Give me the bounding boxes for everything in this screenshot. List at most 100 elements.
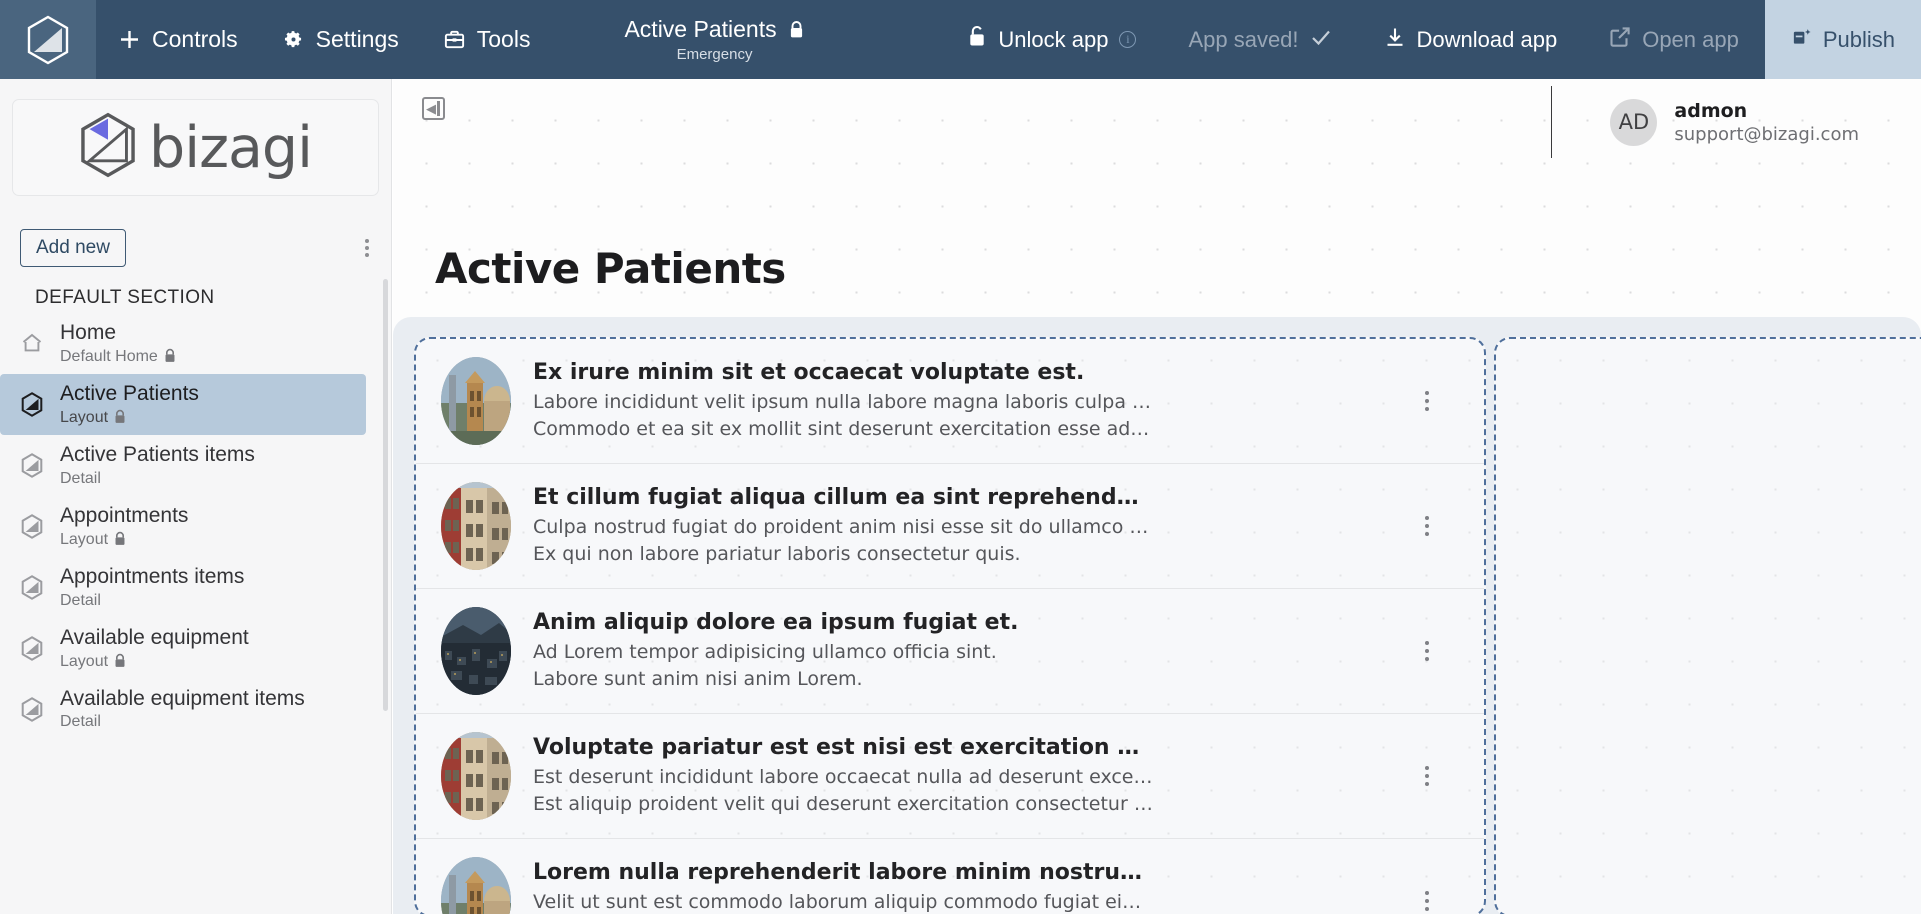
sidebar-actions-row: Add new: [20, 229, 375, 267]
sidebar-item-subtitle: Detail: [60, 713, 101, 731]
download-app-button[interactable]: Download app: [1358, 0, 1584, 79]
app-subtitle: Emergency: [676, 46, 753, 63]
page-icon: [20, 392, 44, 417]
lock-closed-icon: [788, 20, 805, 40]
sidebar-nav-list: Home Default Home Active Patients Layout Act…: [0, 313, 391, 740]
list-item-line-1: Velit ut sunt est commodo laborum aliqui…: [533, 890, 1153, 913]
add-new-button[interactable]: Add new: [20, 229, 126, 267]
list-item-title: Voluptate pariatur est est nisi est exer…: [533, 734, 1153, 760]
download-app-label: Download app: [1416, 26, 1558, 52]
home-icon: [20, 331, 44, 355]
open-app-button[interactable]: Open app: [1583, 0, 1765, 79]
left-sidebar: bizagi Add new DEFAULT SECTION Home Defau…: [0, 79, 392, 914]
nav-settings-label: Settings: [315, 26, 399, 52]
toolbox-icon: [443, 28, 466, 51]
top-toolbar: Controls Settings Tools Active Patients …: [0, 0, 1921, 79]
city-cathedral-photo: [441, 357, 511, 445]
app-actions: Unlock app i App saved! Download app Ope…: [941, 0, 1921, 79]
city-cathedral-photo: [441, 857, 511, 914]
sidebar-item-appointments[interactable]: Appointments Layout: [0, 496, 366, 557]
lock-open-icon: [967, 25, 987, 54]
list-item-title: Anim aliquip dolore ea ipsum fugiat et.: [533, 609, 1019, 635]
list-item[interactable]: Ex irure minim sit et occaecat voluptate…: [416, 339, 1484, 464]
list-item-line-2: Labore sunt anim nisi anim Lorem.: [533, 667, 863, 690]
list-item[interactable]: Et cillum fugiat aliqua cillum ea sint r…: [416, 464, 1484, 589]
list-item-title: Et cillum fugiat aliqua cillum ea sint r…: [533, 484, 1153, 510]
sidebar-item-active-patients[interactable]: Active Patients Layout: [0, 373, 366, 435]
list-item-line-1: Labore incididunt velit ipsum nulla labo…: [533, 390, 1153, 413]
brand-wordmark: bizagi: [149, 114, 313, 181]
page-icon: [20, 513, 44, 539]
list-item[interactable]: Lorem nulla reprehenderit labore minim n…: [416, 839, 1484, 914]
sidebar-item-subtitle: Layout: [60, 652, 249, 671]
user-profile-block[interactable]: AD admon support@bizagi.com: [1551, 86, 1859, 158]
open-app-label: Open app: [1642, 26, 1739, 52]
sidebar-item-title: Available equipment: [60, 625, 249, 649]
list-item[interactable]: Anim aliquip dolore ea ipsum fugiat et. A…: [416, 589, 1484, 714]
app-saved-status: App saved!: [1162, 0, 1357, 79]
page-icon: [20, 574, 44, 600]
kebab-menu-icon[interactable]: [1425, 766, 1429, 786]
publish-icon: [1791, 26, 1812, 54]
nav-tools-label: Tools: [476, 26, 531, 52]
sidebar-item-subtitle: Layout: [60, 530, 188, 549]
publish-label: Publish: [1822, 26, 1895, 52]
sidebar-item-available-equipment-items[interactable]: Available equipment items Detail: [0, 679, 366, 740]
info-circle-icon[interactable]: i: [1119, 31, 1137, 48]
publish-button[interactable]: Publish: [1764, 0, 1921, 79]
sidebar-item-title: Appointments items: [60, 564, 245, 588]
download-icon: [1384, 26, 1406, 54]
brand-logo-tile[interactable]: [0, 0, 96, 79]
sidebar-item-title: Active Patients: [60, 381, 199, 405]
page-icon: [20, 453, 44, 478]
list-item-title: Lorem nulla reprehenderit labore minim n…: [533, 859, 1153, 885]
detail-panel[interactable]: [1494, 337, 1921, 914]
list-item-line-2: Commodo et ea sit ex mollit sint deserun…: [533, 417, 1153, 440]
list-item-line-1: Ad Lorem tempor adipisicing ullamco offi…: [533, 640, 997, 663]
sidebar-item-title: Appointments: [60, 503, 189, 527]
nav-controls[interactable]: Controls: [96, 0, 260, 79]
lock-closed-icon: [113, 409, 127, 425]
kebab-menu-icon[interactable]: [1425, 391, 1429, 411]
kebab-menu-icon[interactable]: [359, 233, 375, 263]
design-canvas: ◀ AD admon support@bizagi.com Active Pat…: [393, 79, 1921, 914]
nav-settings[interactable]: Settings: [260, 0, 421, 79]
sidebar-item-subtitle: Layout: [60, 408, 199, 427]
sidebar-item-title: Active Patients items: [60, 442, 255, 466]
app-saved-label: App saved!: [1188, 26, 1299, 52]
sidebar-item-title: Home: [60, 321, 117, 344]
sidebar-item-subtitle: Detail: [60, 469, 101, 487]
sidebar-item-active-patients-items[interactable]: Active Patients items Detail: [0, 435, 366, 496]
townhouse-facade-photo: [441, 732, 511, 820]
list-item[interactable]: Voluptate pariatur est est nisi est exer…: [416, 714, 1484, 839]
lock-closed-icon: [163, 348, 177, 364]
kebab-menu-icon[interactable]: [1425, 641, 1429, 661]
sidebar-item-appointments-items[interactable]: Appointments items Detail: [0, 557, 366, 618]
app-title: Active Patients: [624, 16, 777, 42]
kebab-menu-icon[interactable]: [1425, 891, 1429, 911]
list-item-line-2: Est aliquip proident velit qui deserunt …: [533, 792, 1153, 815]
list-item-line-1: Culpa nostrud fugiat do proident anim ni…: [533, 515, 1153, 538]
list-panel[interactable]: Ex irure minim sit et occaecat voluptate…: [414, 337, 1486, 914]
section-label: DEFAULT SECTION: [35, 287, 215, 308]
check-icon: [1310, 27, 1332, 53]
page-icon: [20, 635, 44, 661]
list-item-line-1: Est deserunt incididunt labore occaecat …: [533, 765, 1153, 788]
nav-tools[interactable]: Tools: [421, 0, 553, 79]
user-email: support@bizagi.com: [1674, 123, 1859, 145]
bizagi-hexagon-logo-icon: [79, 112, 137, 183]
external-link-icon: [1609, 26, 1631, 54]
sidebar-item-available-equipment[interactable]: Available equipment Layout: [0, 618, 366, 679]
lock-closed-icon: [113, 653, 127, 669]
unlock-app-label: Unlock app: [998, 26, 1109, 52]
sidebar-scrollbar[interactable]: [383, 279, 388, 711]
unlock-app-button[interactable]: Unlock app i: [941, 0, 1162, 79]
plus-icon: [118, 28, 141, 51]
brand-logo-card: bizagi: [12, 99, 379, 196]
page-title: Active Patients: [435, 244, 786, 293]
main-nav: Controls Settings Tools: [96, 0, 552, 79]
collapse-panel-icon[interactable]: ◀: [422, 97, 445, 120]
sidebar-item-home[interactable]: Home Default Home: [0, 313, 366, 374]
sidebar-item-title: Available equipment items: [60, 686, 305, 710]
kebab-menu-icon[interactable]: [1425, 516, 1429, 536]
